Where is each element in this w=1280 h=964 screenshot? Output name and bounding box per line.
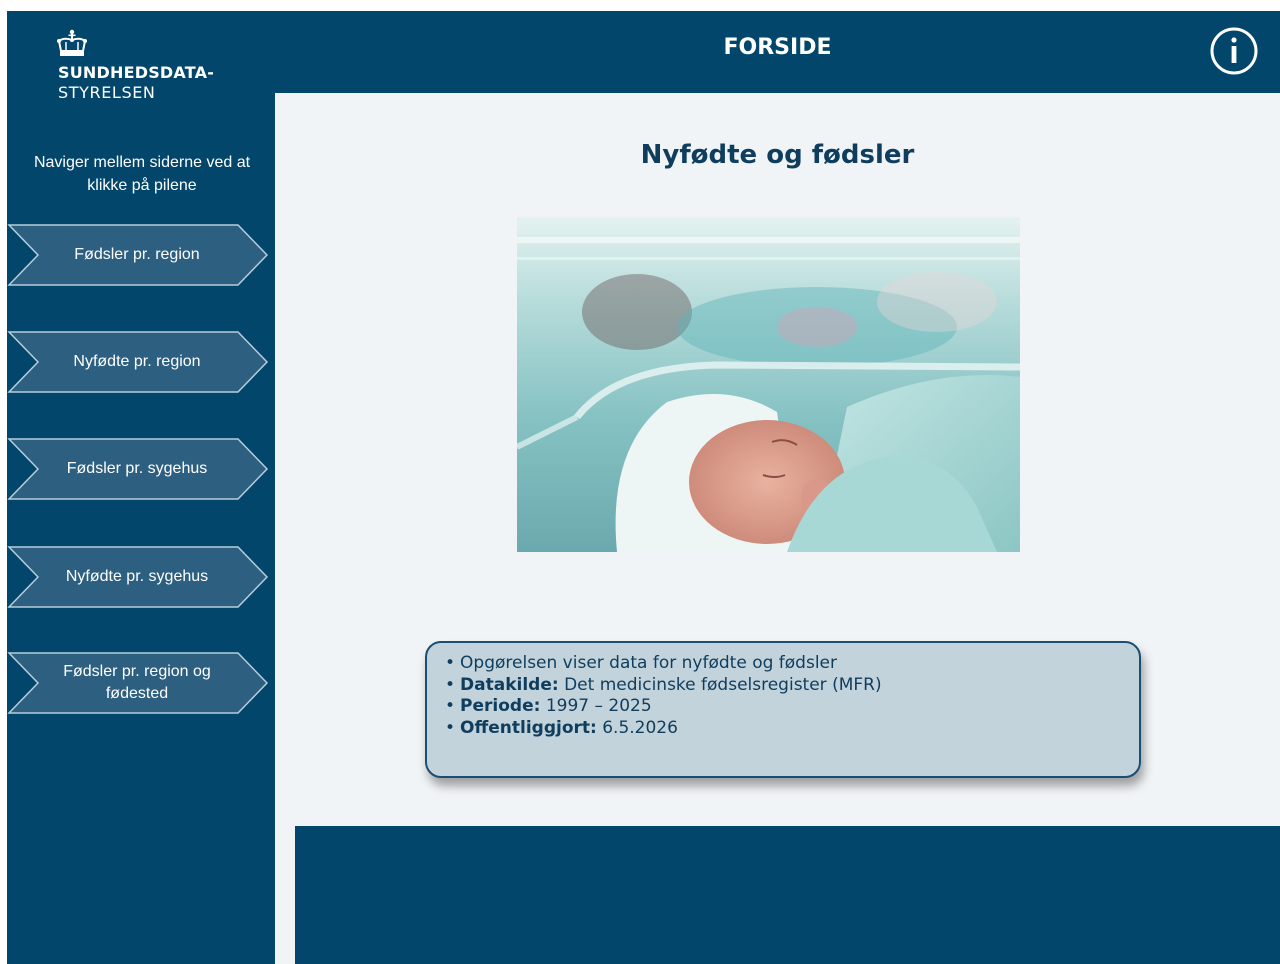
- info-icon: [1210, 27, 1258, 75]
- info-published-label: Offentliggjort:: [460, 717, 597, 738]
- info-box: Opgørelsen viser data for nyfødte og fød…: [425, 641, 1141, 778]
- info-description-text: Opgørelsen viser data for nyfødte og fød…: [460, 653, 837, 673]
- nav-arrow-fodsler-pr-region[interactable]: Fødsler pr. region: [7, 224, 269, 286]
- page-header-title: FORSIDE: [723, 35, 832, 60]
- info-source-value: Det medicinske fødselsregister (MFR): [558, 674, 882, 695]
- info-item-source: Datakilde: Det medicinske fødselsregiste…: [445, 675, 1139, 697]
- nav-hint: Naviger mellem siderne ved at klikke på …: [33, 154, 251, 194]
- header-bar: FORSIDE: [275, 11, 1280, 93]
- newborn-photo: [517, 217, 1020, 552]
- nav-arrow-fodsler-pr-sygehus[interactable]: Fødsler pr. sygehus: [7, 438, 269, 500]
- crown-icon: [57, 29, 87, 56]
- nav-arrow-nyfodte-pr-region[interactable]: Nyfødte pr. region: [7, 331, 269, 393]
- nav-arrow-nyfodte-pr-sygehus[interactable]: Nyfødte pr. sygehus: [7, 546, 269, 608]
- page-title: Nyfødte og fødsler: [640, 140, 915, 170]
- logo: SUNDHEDSDATA- STYRELSEN: [55, 29, 214, 102]
- info-period-value: 1997 – 2025: [540, 696, 652, 716]
- info-item-period: Periode: 1997 – 2025: [445, 696, 1139, 718]
- sidebar: SUNDHEDSDATA- STYRELSEN Naviger mellem s…: [7, 11, 275, 964]
- info-published-value: 6.5.2026: [596, 717, 678, 738]
- newborn-photo-illustration: [517, 217, 1020, 552]
- nav-arrow-fodsler-pr-region-og-fodested[interactable]: Fødsler pr. region og fødested: [7, 652, 269, 714]
- footer-band: [295, 826, 1280, 964]
- logo-text-line2: STYRELSEN: [58, 83, 156, 102]
- nav-arrow-label: Fødsler pr. region og fødested: [63, 663, 211, 702]
- info-list: Opgørelsen viser data for nyfødte og fød…: [427, 643, 1139, 739]
- nav-arrow-label: Nyfødte pr. sygehus: [65, 568, 209, 585]
- logo-text-line1: SUNDHEDSDATA-: [58, 63, 215, 82]
- nav-arrow-label: Nyfødte pr. region: [73, 353, 201, 370]
- nav-arrow-label: Fødsler pr. region: [74, 246, 200, 263]
- info-button[interactable]: [1209, 26, 1259, 76]
- info-item-published: Offentliggjort: 6.5.2026: [445, 718, 1139, 740]
- info-source-label: Datakilde:: [460, 674, 559, 695]
- nav-arrow-label: Fødsler pr. sygehus: [66, 460, 208, 477]
- info-item-description: Opgørelsen viser data for nyfødte og fød…: [445, 653, 1139, 675]
- info-period-label: Periode:: [460, 696, 541, 716]
